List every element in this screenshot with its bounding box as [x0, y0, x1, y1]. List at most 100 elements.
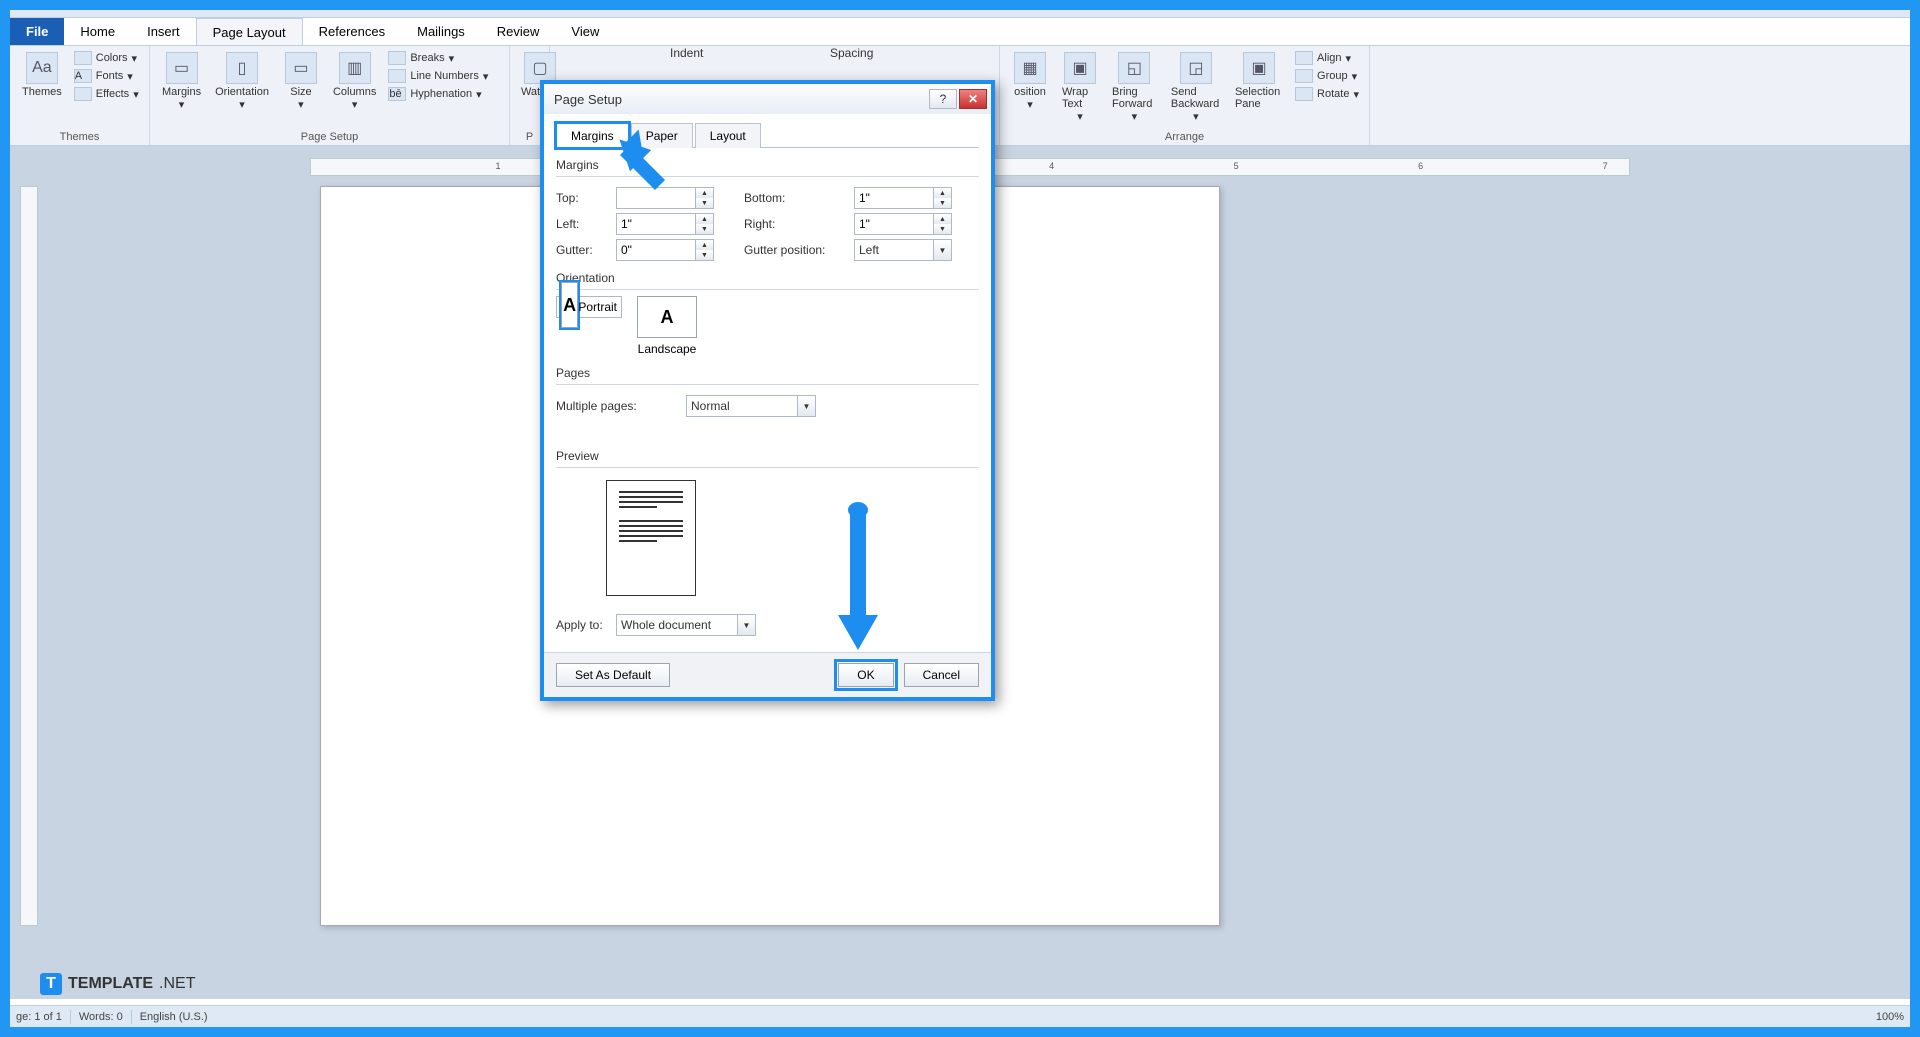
- spin-bottom-up[interactable]: ▲: [934, 188, 951, 198]
- orientation-icon: ▯: [226, 52, 258, 84]
- tab-page-layout[interactable]: Page Layout: [196, 18, 303, 45]
- dialog-title-bar[interactable]: Page Setup ? ✕: [544, 84, 991, 114]
- colors-icon: [74, 51, 92, 65]
- wrap-icon: ▣: [1064, 52, 1096, 84]
- tab-insert[interactable]: Insert: [131, 18, 196, 45]
- input-top[interactable]: [616, 187, 696, 209]
- section-orientation-label: Orientation: [556, 271, 979, 285]
- selection-pane-icon: ▣: [1243, 52, 1275, 84]
- input-right[interactable]: [854, 213, 934, 235]
- status-bar: ge: 1 of 1 Words: 0 English (U.S.) 100%: [10, 1005, 1910, 1027]
- send-backward-button[interactable]: ◲Send Backward ▾: [1167, 50, 1225, 125]
- title-bar: [10, 10, 1910, 18]
- selection-pane-button[interactable]: ▣Selection Pane: [1231, 50, 1287, 112]
- position-icon: ▦: [1014, 52, 1046, 84]
- bring-forward-button[interactable]: ◱Bring Forward ▾: [1108, 50, 1161, 125]
- group-page-setup: ▭Margins ▾ ▯Orientation ▾ ▭Size ▾ ▥Colum…: [150, 46, 510, 145]
- input-gutter[interactable]: [616, 239, 696, 261]
- template-logo-icon: T: [40, 973, 62, 995]
- section-preview-label: Preview: [556, 449, 979, 463]
- columns-icon: ▥: [339, 52, 371, 84]
- align-icon: [1295, 51, 1313, 65]
- tab-file[interactable]: File: [10, 18, 64, 45]
- status-zoom[interactable]: 100%: [1876, 1011, 1904, 1023]
- group-themes: Aa Themes Colors ▾ AFonts ▾ Effects ▾ Th…: [10, 46, 150, 145]
- group-pagebg-label: P: [518, 129, 541, 145]
- spin-top: ▲▼: [616, 187, 714, 209]
- spin-right-down[interactable]: ▼: [934, 224, 951, 234]
- fonts-button[interactable]: AFonts ▾: [72, 68, 141, 84]
- tab-mailings[interactable]: Mailings: [401, 18, 481, 45]
- spin-left-up[interactable]: ▲: [696, 214, 713, 224]
- rotate-icon: [1295, 87, 1313, 101]
- orientation-landscape[interactable]: A Landscape: [634, 296, 700, 356]
- spin-top-up[interactable]: ▲: [696, 188, 713, 198]
- margins-button[interactable]: ▭Margins ▾: [158, 50, 205, 113]
- tab-review[interactable]: Review: [481, 18, 556, 45]
- status-words[interactable]: Words: 0: [79, 1011, 123, 1023]
- select-gutter-position[interactable]: Left ▼: [854, 239, 952, 261]
- preview-thumbnail: [606, 480, 696, 596]
- size-button[interactable]: ▭Size ▾: [279, 50, 323, 113]
- tab-home[interactable]: Home: [64, 18, 131, 45]
- breaks-button[interactable]: Breaks ▾: [386, 50, 490, 66]
- dialog-tabs: Margins Paper Layout: [556, 122, 979, 148]
- label-gutterpos: Gutter position:: [744, 243, 854, 257]
- spin-top-down[interactable]: ▼: [696, 198, 713, 208]
- status-page[interactable]: ge: 1 of 1: [16, 1011, 62, 1023]
- template-watermark: T TEMPLATE.NET: [40, 973, 195, 995]
- label-top: Top:: [556, 191, 616, 205]
- label-gutter: Gutter:: [556, 243, 616, 257]
- input-left[interactable]: [616, 213, 696, 235]
- spin-gutter-down[interactable]: ▼: [696, 250, 713, 260]
- template-suffix: .NET: [159, 975, 195, 993]
- tab-references[interactable]: References: [303, 18, 401, 45]
- size-icon: ▭: [285, 52, 317, 84]
- themes-icon: Aa: [26, 52, 58, 84]
- status-language[interactable]: English (U.S.): [140, 1011, 208, 1023]
- group-icon: [1295, 69, 1313, 83]
- label-right: Right:: [744, 217, 854, 231]
- select-multiple-pages[interactable]: Normal ▼: [686, 395, 816, 417]
- linenumbers-icon: [388, 69, 406, 83]
- effects-button[interactable]: Effects ▾: [72, 86, 141, 102]
- tab-view[interactable]: View: [555, 18, 615, 45]
- dialog-close-button[interactable]: ✕: [959, 89, 987, 109]
- ok-button[interactable]: OK: [838, 663, 893, 687]
- group-arrange-label: Arrange: [1008, 129, 1361, 145]
- columns-button[interactable]: ▥Columns ▾: [329, 50, 380, 113]
- send-backward-icon: ◲: [1180, 52, 1212, 84]
- page-setup-dialog: Page Setup ? ✕ Margins Paper Layout Marg…: [540, 80, 995, 701]
- wrap-text-button[interactable]: ▣Wrap Text ▾: [1058, 50, 1102, 125]
- spin-left-down[interactable]: ▼: [696, 224, 713, 234]
- spin-gutter-up[interactable]: ▲: [696, 240, 713, 250]
- group-button[interactable]: Group ▾: [1293, 68, 1361, 84]
- landscape-icon: A: [637, 296, 697, 338]
- line-numbers-button[interactable]: Line Numbers ▾: [386, 68, 490, 84]
- hyphenation-button[interactable]: bēHyphenation ▾: [386, 86, 490, 102]
- dialog-body: Margins Paper Layout Margins Top: ▲▼ Bot…: [544, 114, 991, 652]
- cancel-button[interactable]: Cancel: [904, 663, 979, 687]
- spin-right-up[interactable]: ▲: [934, 214, 951, 224]
- orientation-portrait[interactable]: A Portrait: [556, 296, 622, 318]
- colors-button[interactable]: Colors ▾: [72, 50, 141, 66]
- dialog-tab-paper[interactable]: Paper: [631, 123, 693, 148]
- themes-button[interactable]: Aa Themes: [18, 50, 66, 100]
- input-bottom[interactable]: [854, 187, 934, 209]
- set-default-button[interactable]: Set As Default: [556, 663, 670, 687]
- position-button[interactable]: ▦osition ▾: [1008, 50, 1052, 113]
- dialog-help-button[interactable]: ?: [929, 89, 957, 109]
- spacing-header: Spacing: [830, 46, 873, 60]
- dialog-tab-margins[interactable]: Margins: [556, 123, 629, 148]
- label-left: Left:: [556, 217, 616, 231]
- dialog-tab-layout[interactable]: Layout: [695, 123, 761, 148]
- spin-bottom-down[interactable]: ▼: [934, 198, 951, 208]
- orientation-button[interactable]: ▯Orientation ▾: [211, 50, 273, 113]
- spin-bottom: ▲▼: [854, 187, 952, 209]
- align-button[interactable]: Align ▾: [1293, 50, 1361, 66]
- spin-right: ▲▼: [854, 213, 952, 235]
- rotate-button[interactable]: Rotate ▾: [1293, 86, 1361, 102]
- margins-fieldset: Top: ▲▼ Bottom: ▲▼ Left: ▲▼ Right:: [556, 176, 979, 261]
- vertical-ruler[interactable]: [20, 186, 38, 926]
- select-apply-to[interactable]: Whole document ▼: [616, 614, 756, 636]
